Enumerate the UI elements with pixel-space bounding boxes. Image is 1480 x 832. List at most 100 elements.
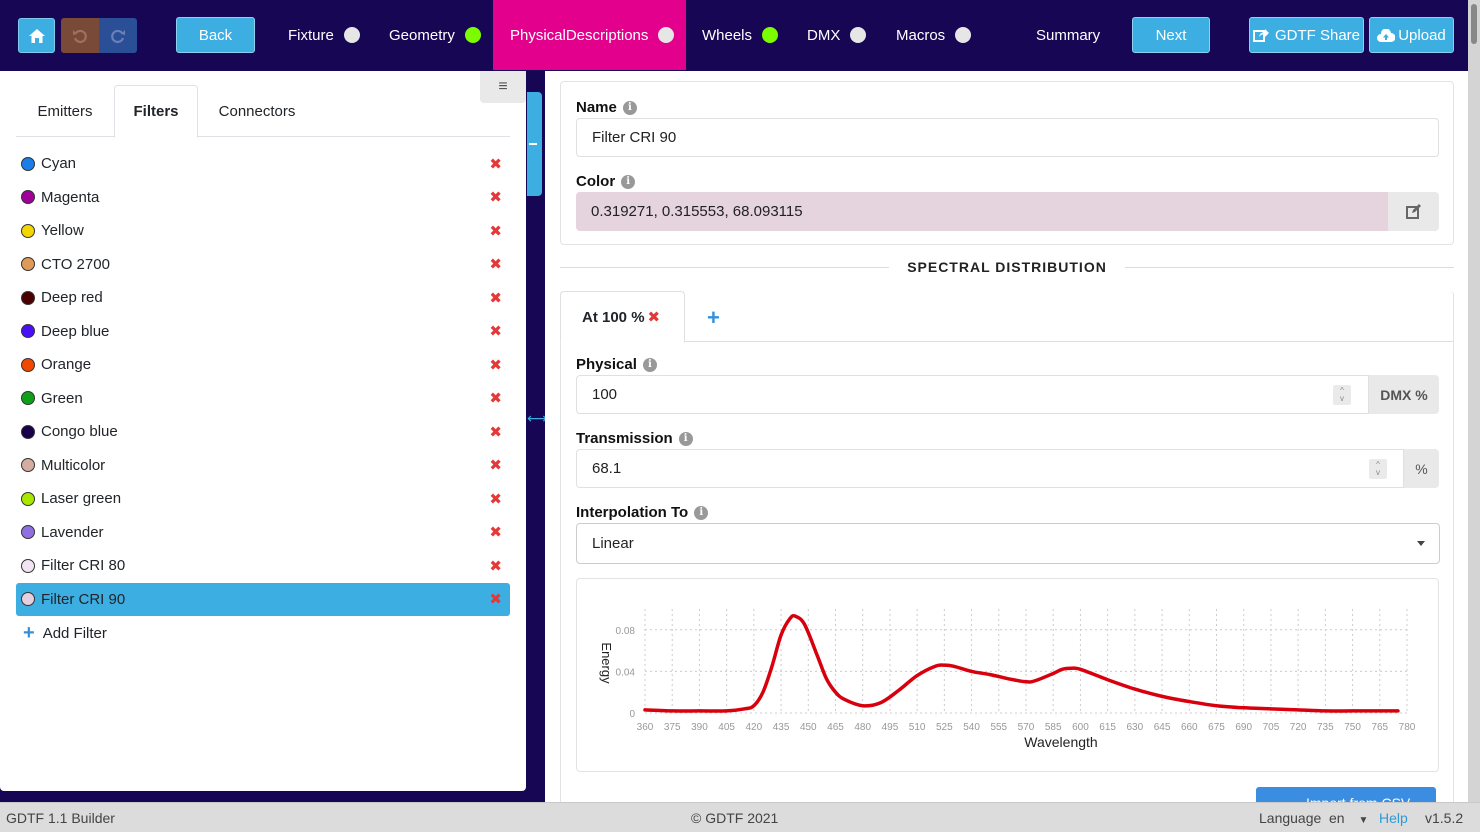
color-swatch — [21, 491, 35, 506]
info-icon[interactable]: i — [694, 505, 709, 520]
x-tick-label: 465 — [827, 722, 844, 733]
x-tick-label: 615 — [1099, 722, 1116, 733]
delete-icon[interactable]: ✖ — [489, 423, 502, 441]
transmission-input[interactable]: 68.1 — [576, 449, 1404, 488]
color-swatch — [21, 458, 35, 473]
scrollbar-thumb[interactable] — [1471, 4, 1477, 44]
status-dot — [955, 27, 972, 43]
filter-name: Green — [41, 389, 83, 407]
filter-name: Deep blue — [41, 322, 110, 340]
step-physical-descriptions[interactable]: PhysicalDescriptions — [493, 0, 686, 70]
delete-icon[interactable]: ✖ — [489, 322, 502, 340]
filter-item[interactable]: Magenta ✖ — [16, 181, 510, 215]
delete-icon[interactable]: ✖ — [489, 255, 502, 273]
main-content: Name i Filter CRI 90 Color i 0.319271, 0… — [545, 71, 1468, 802]
step-geometry[interactable]: Geometry — [389, 0, 481, 70]
home-button[interactable] — [18, 18, 55, 53]
delete-icon[interactable]: ✖ — [489, 557, 502, 575]
tab-emitters[interactable]: Emitters — [16, 85, 114, 137]
step-dmx[interactable]: DMX — [807, 0, 867, 70]
delete-icon[interactable]: ✖ — [489, 289, 502, 307]
filter-item[interactable]: Yellow ✖ — [16, 214, 510, 248]
name-input[interactable]: Filter CRI 90 — [576, 118, 1439, 157]
x-tick-label: 540 — [963, 722, 980, 733]
edit-color-button[interactable] — [1388, 192, 1439, 231]
physical-input[interactable]: 100 — [576, 375, 1369, 414]
info-icon[interactable]: i — [642, 357, 657, 372]
physical-stepper[interactable]: ^ v — [1333, 385, 1351, 405]
interpolation-label-text: Interpolation To — [576, 504, 689, 521]
color-swatch — [21, 357, 35, 372]
page-scrollbar[interactable] — [1468, 0, 1480, 802]
interpolation-value: Linear — [592, 535, 634, 552]
step-wheels[interactable]: Wheels — [702, 0, 779, 70]
x-tick-label: 675 — [1208, 722, 1225, 733]
delete-measurement-icon[interactable]: ✖ — [648, 308, 661, 326]
language-select[interactable]: en ▼ — [1329, 810, 1368, 826]
x-tick-label: 390 — [691, 722, 708, 733]
interpolation-select[interactable]: Linear — [576, 523, 1440, 564]
collapse-sidebar-handle[interactable] — [527, 92, 542, 196]
info-icon[interactable]: i — [621, 174, 636, 189]
delete-icon[interactable]: ✖ — [489, 523, 502, 541]
filter-item[interactable]: Multicolor ✖ — [16, 449, 510, 483]
delete-icon[interactable]: ✖ — [489, 490, 502, 508]
x-tick-label: 690 — [1235, 722, 1252, 733]
filter-item[interactable]: CTO 2700 ✖ — [16, 248, 510, 282]
filter-item[interactable]: Filter CRI 90 ✖ — [16, 582, 510, 616]
filter-item[interactable]: Orange ✖ — [16, 348, 510, 382]
x-axis-label: Wavelength — [1024, 734, 1097, 750]
step-summary[interactable]: Summary — [1036, 0, 1100, 70]
delete-icon[interactable]: ✖ — [489, 389, 502, 407]
filter-item[interactable]: Cyan ✖ — [16, 147, 510, 181]
filter-name: Multicolor — [41, 456, 106, 474]
filter-item[interactable]: Filter CRI 80 ✖ — [16, 549, 510, 583]
add-filter-button[interactable]: + Add Filter — [16, 616, 510, 650]
tab-connectors[interactable]: Connectors — [198, 85, 316, 137]
filter-item[interactable]: Lavender ✖ — [16, 516, 510, 550]
filter-item[interactable]: Deep red ✖ — [16, 281, 510, 315]
import-csv-button[interactable]: Import from CSV — [1256, 787, 1436, 802]
edit-icon — [1405, 204, 1421, 219]
filter-item[interactable]: Laser green ✖ — [16, 482, 510, 516]
delete-icon[interactable]: ✖ — [489, 456, 502, 474]
delete-icon[interactable]: ✖ — [489, 155, 502, 173]
undo-button[interactable] — [61, 18, 99, 53]
color-input[interactable]: 0.319271, 0.315553, 68.093115 — [576, 192, 1388, 231]
back-button[interactable]: Back — [176, 17, 255, 53]
step-label: Macros — [896, 26, 946, 44]
help-link[interactable]: Help — [1379, 810, 1408, 826]
gdtf-share-button[interactable]: GDTF Share — [1249, 17, 1364, 53]
tab-filters[interactable]: Filters — [114, 85, 198, 138]
transmission-unit: % — [1404, 449, 1439, 488]
info-icon[interactable]: i — [678, 431, 693, 446]
delete-icon[interactable]: ✖ — [489, 222, 502, 240]
step-fixture[interactable]: Fixture — [288, 0, 360, 70]
info-icon[interactable]: i — [622, 100, 637, 115]
redo-button[interactable] — [99, 18, 137, 53]
filter-item[interactable]: Deep blue ✖ — [16, 315, 510, 349]
delete-icon[interactable]: ✖ — [489, 188, 502, 206]
x-tick-label: 765 — [1371, 722, 1388, 733]
filter-properties-card: Name i Filter CRI 90 Color i 0.319271, 0… — [560, 81, 1454, 245]
delete-icon[interactable]: ✖ — [489, 590, 502, 608]
next-button[interactable]: Next — [1132, 17, 1210, 53]
filter-name: Yellow — [41, 222, 84, 240]
measurement-tab[interactable]: At 100 % ✖ — [560, 291, 685, 343]
delete-icon[interactable]: ✖ — [489, 356, 502, 374]
filter-name: Laser green — [41, 490, 122, 508]
filter-name: Cyan — [41, 155, 77, 173]
upload-button[interactable]: Upload — [1369, 17, 1454, 53]
status-dot — [850, 27, 867, 43]
undo-icon — [73, 29, 87, 43]
add-measurement-button[interactable]: + — [707, 305, 720, 331]
step-macros[interactable]: Macros — [896, 0, 972, 70]
filter-name: CTO 2700 — [41, 255, 110, 273]
y-tick-label: 0.04 — [616, 667, 636, 678]
color-swatch — [21, 525, 35, 540]
color-label: Color i — [576, 173, 636, 190]
filter-item[interactable]: Green ✖ — [16, 382, 510, 416]
status-dot — [658, 27, 675, 43]
transmission-stepper[interactable]: ^ v — [1369, 459, 1387, 479]
filter-item[interactable]: Congo blue ✖ — [16, 415, 510, 449]
